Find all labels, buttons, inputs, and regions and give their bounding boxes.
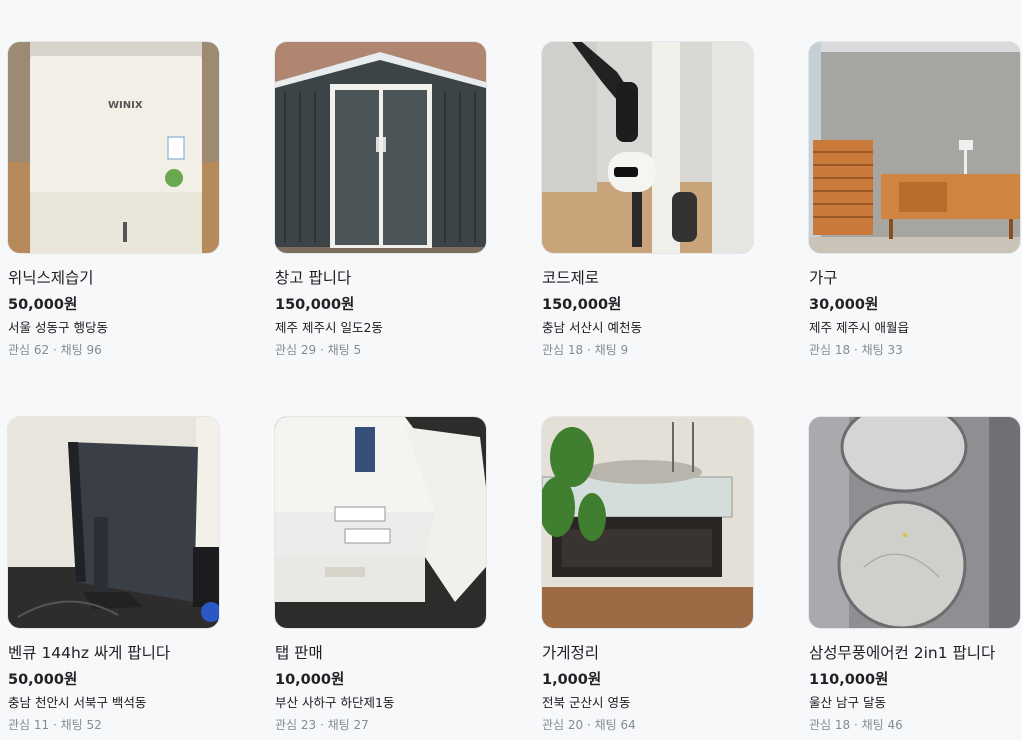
product-price: 30,000원: [809, 297, 879, 313]
product-region: 울산 남구 달동: [809, 695, 886, 710]
product-counts: 관심 29 · 채팅 5: [275, 343, 362, 357]
product-price: 10,000원: [275, 672, 345, 688]
brand-logo-text: WINIX: [108, 100, 143, 111]
product-title[interactable]: 위닉스제습기: [8, 268, 219, 288]
product-price: 1,000원: [542, 672, 602, 688]
product-title[interactable]: 창고 팝니다: [275, 268, 486, 288]
product-price: 150,000원: [542, 297, 622, 313]
product-counts: 관심 23 · 채팅 27: [275, 718, 369, 732]
product-card[interactable]: 탭 판매 10,000원 부산 사하구 하단제1동 관심 23 · 채팅 27: [275, 417, 486, 734]
product-title[interactable]: 벤큐 144hz 싸게 팝니다: [8, 643, 219, 663]
product-counts: 관심 20 · 채팅 64: [542, 718, 636, 732]
product-image-air-conditioner[interactable]: [809, 417, 1020, 628]
product-counts: 관심 18 · 채팅 33: [809, 343, 903, 357]
product-region: 충남 서산시 예천동: [542, 320, 642, 335]
product-region: 부산 사하구 하단제1동: [275, 695, 395, 710]
product-title[interactable]: 가게정리: [542, 643, 753, 663]
product-card[interactable]: 삼성무풍에어컨 2in1 팝니다 110,000원 울산 남구 달동 관심 18…: [809, 417, 1020, 734]
product-price: 50,000원: [8, 672, 78, 688]
product-card[interactable]: 벤큐 144hz 싸게 팝니다 50,000원 충남 천안시 서북구 백석동 관…: [8, 417, 219, 734]
product-image-dehumidifier[interactable]: WINIX: [8, 42, 219, 253]
product-price: 110,000원: [809, 672, 889, 688]
product-region: 충남 천안시 서북구 백석동: [8, 695, 147, 710]
product-price: 150,000원: [275, 297, 355, 313]
product-title[interactable]: 삼성무풍에어컨 2in1 팝니다: [809, 643, 1020, 663]
product-counts: 관심 11 · 채팅 52: [8, 718, 102, 732]
product-card[interactable]: WINIX 위닉스제습기 50,000원 서울 성동구 행당동 관심 62 · …: [8, 42, 219, 359]
product-image-store-display[interactable]: [542, 417, 753, 628]
product-grid: WINIX 위닉스제습기 50,000원 서울 성동구 행당동 관심 62 · …: [0, 0, 1022, 740]
product-image-furniture[interactable]: [809, 42, 1020, 253]
product-image-monitor[interactable]: [8, 417, 219, 628]
product-counts: 관심 18 · 채팅 9: [542, 343, 629, 357]
product-card[interactable]: 가구 30,000원 제주 제주시 애월읍 관심 18 · 채팅 33: [809, 42, 1020, 359]
product-counts: 관심 62 · 채팅 96: [8, 343, 102, 357]
product-image-tablet-boxes[interactable]: [275, 417, 486, 628]
product-price: 50,000원: [8, 297, 78, 313]
product-counts: 관심 18 · 채팅 46: [809, 718, 903, 732]
product-title[interactable]: 탭 판매: [275, 643, 486, 663]
product-image-storage-shed[interactable]: [275, 42, 486, 253]
product-image-cordless-vacuum[interactable]: [542, 42, 753, 253]
product-region: 서울 성동구 행당동: [8, 320, 108, 335]
product-title[interactable]: 코드제로: [542, 268, 753, 288]
product-region: 전북 군산시 영동: [542, 695, 631, 710]
product-card[interactable]: 가게정리 1,000원 전북 군산시 영동 관심 20 · 채팅 64: [542, 417, 753, 734]
product-region: 제주 제주시 일도2동: [275, 320, 383, 335]
product-card[interactable]: 창고 팝니다 150,000원 제주 제주시 일도2동 관심 29 · 채팅 5: [275, 42, 486, 359]
product-region: 제주 제주시 애월읍: [809, 320, 909, 335]
product-card[interactable]: 코드제로 150,000원 충남 서산시 예천동 관심 18 · 채팅 9: [542, 42, 753, 359]
product-title[interactable]: 가구: [809, 268, 1020, 288]
